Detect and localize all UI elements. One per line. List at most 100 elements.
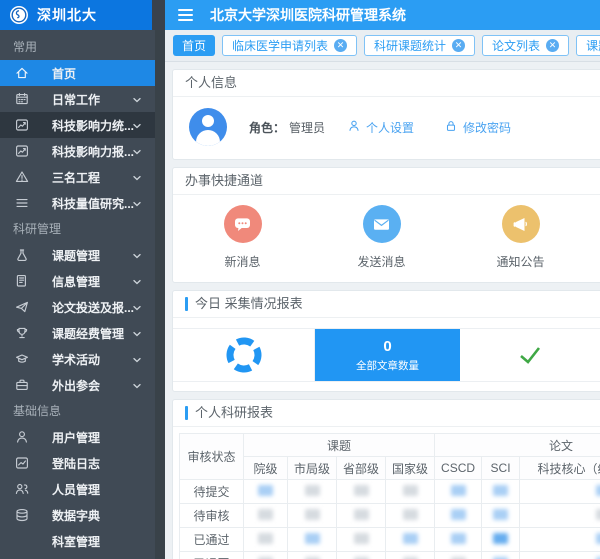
sidebar-item[interactable]: 信息管理 bbox=[0, 268, 155, 294]
sidebar-item[interactable]: 外出参会 bbox=[0, 372, 155, 398]
tab[interactable]: 首页 bbox=[173, 35, 215, 56]
report-cell bbox=[435, 480, 482, 504]
sidebar-item[interactable]: 人员管理 bbox=[0, 476, 155, 502]
sidebar-item[interactable]: 论文投送及报... bbox=[0, 294, 155, 320]
masked-value bbox=[354, 485, 369, 496]
stat-box-check bbox=[460, 329, 600, 381]
masked-value bbox=[596, 485, 600, 496]
report-cell bbox=[386, 504, 435, 528]
sidebar-item[interactable]: 课题管理 bbox=[0, 242, 155, 268]
sidebar-item[interactable]: 三名工程 bbox=[0, 164, 155, 190]
change-password-link[interactable]: 修改密码 bbox=[444, 119, 511, 136]
masked-value bbox=[305, 485, 320, 496]
sidebar-item[interactable]: 学术活动 bbox=[0, 346, 155, 372]
masked-value bbox=[403, 485, 418, 496]
sidebar-item[interactable]: 登陆日志 bbox=[0, 450, 155, 476]
sidebar-gutter bbox=[152, 0, 165, 30]
personal-info-header: 个人信息 bbox=[173, 70, 600, 97]
report-cell bbox=[435, 528, 482, 552]
research-report-header: 个人科研报表 bbox=[173, 400, 600, 427]
user-icon bbox=[14, 429, 30, 445]
masked-value bbox=[493, 533, 508, 544]
app-title: 北京大学深圳医院科研管理系统 bbox=[210, 5, 406, 25]
report-cell bbox=[386, 480, 435, 504]
table-row: 待审核 bbox=[180, 504, 600, 528]
sidebar-item[interactable]: 科室管理 bbox=[0, 528, 155, 554]
masked-value bbox=[596, 533, 600, 544]
quick-action-label: 通知公告 bbox=[496, 253, 544, 270]
user-outline-icon bbox=[347, 119, 361, 136]
sidebar-item[interactable]: 科技影响力统... bbox=[0, 112, 155, 138]
sidebar-item-label: 论文投送及报... bbox=[52, 299, 134, 316]
tab[interactable]: 科研课题统计✕ bbox=[364, 35, 475, 56]
tab[interactable]: 论文列表 ✕ bbox=[482, 35, 569, 56]
paper-plane-icon bbox=[14, 299, 30, 315]
sidebar-item[interactable]: 日常工作 bbox=[0, 86, 155, 112]
sidebar-item-label: 人员管理 bbox=[52, 481, 100, 498]
blank-icon bbox=[14, 533, 30, 549]
sidebar-item[interactable]: 用户管理 bbox=[0, 424, 155, 450]
corner-header: 审核状态 bbox=[180, 434, 244, 480]
row-label: 已退回 bbox=[180, 552, 244, 559]
calendar-icon bbox=[14, 91, 30, 107]
menu-toggle-icon[interactable] bbox=[178, 9, 193, 21]
row-label: 待提交 bbox=[180, 480, 244, 504]
sidebar-section-label: 科研管理 bbox=[0, 216, 165, 242]
quick-action[interactable]: 新消息 bbox=[173, 205, 312, 270]
chevron-down-icon bbox=[131, 119, 143, 131]
report-cell bbox=[288, 552, 337, 559]
report-cell bbox=[337, 504, 386, 528]
home-icon bbox=[14, 65, 30, 81]
chat-bubble-icon bbox=[224, 205, 262, 243]
masked-value bbox=[305, 509, 320, 520]
column-header: CSCD bbox=[435, 457, 482, 480]
card-title: 办事快捷通道 bbox=[185, 168, 263, 194]
quick-channel-card: 办事快捷通道 新消息发送消息通知公告 bbox=[172, 167, 600, 283]
tab[interactable]: 临床医学申请列表✕ bbox=[222, 35, 357, 56]
sidebar-item[interactable]: 科技量值研究... bbox=[0, 190, 155, 216]
warning-triangle-icon bbox=[14, 169, 30, 185]
stat-box-donut bbox=[173, 329, 315, 381]
masked-value bbox=[451, 533, 466, 544]
masked-value bbox=[596, 509, 600, 520]
masked-value bbox=[493, 509, 508, 520]
sidebar-item[interactable]: 权限管理 bbox=[0, 554, 155, 559]
tab[interactable]: 课题费用报表✕ bbox=[576, 35, 600, 56]
role-line: 角色：管理员 bbox=[249, 119, 325, 136]
header-bar: 北京大学深圳医院科研管理系统 bbox=[165, 0, 600, 30]
personal-settings-link[interactable]: 个人设置 bbox=[347, 119, 414, 136]
personal-info-card: 个人信息 角色：管理员 个人设置 修改密码 bbox=[172, 69, 600, 160]
sidebar-item-label: 用户管理 bbox=[52, 429, 100, 446]
sidebar-item[interactable]: 首页 bbox=[0, 60, 155, 86]
tab-close-icon[interactable]: ✕ bbox=[546, 39, 559, 52]
quick-action[interactable]: 通知公告 bbox=[451, 205, 590, 270]
lock-icon bbox=[444, 119, 458, 136]
tab-close-icon[interactable]: ✕ bbox=[334, 39, 347, 52]
masked-value bbox=[354, 533, 369, 544]
sidebar-item-label: 科技影响力报... bbox=[52, 143, 134, 160]
chevron-down-icon bbox=[131, 353, 143, 365]
tab-label: 论文列表 bbox=[492, 37, 540, 54]
envelope-icon bbox=[363, 205, 401, 243]
sidebar-item-label: 科技量值研究... bbox=[52, 195, 134, 212]
accent-bar bbox=[185, 406, 188, 420]
donut-spinner-icon bbox=[224, 335, 264, 375]
sidebar-item[interactable]: 数据字典 bbox=[0, 502, 155, 528]
chevron-down-icon bbox=[131, 145, 143, 157]
report-cell bbox=[288, 504, 337, 528]
profile-links: 个人设置 修改密码 bbox=[347, 119, 511, 136]
sidebar-item[interactable]: 科技影响力报... bbox=[0, 138, 155, 164]
megaphone-icon bbox=[502, 205, 540, 243]
report-cell bbox=[244, 480, 288, 504]
column-header: 科技核心（统计源）期刊 bbox=[520, 457, 600, 480]
research-report-table: 审核状态课题论文院级市局级省部级国家级CSCDSCI科技核心（统计源）期刊待提交… bbox=[179, 433, 600, 559]
sidebar-item[interactable]: 课题经费管理 bbox=[0, 320, 155, 346]
graduation-cap-icon bbox=[14, 351, 30, 367]
tab-close-icon[interactable]: ✕ bbox=[452, 39, 465, 52]
trend-chart-icon bbox=[14, 117, 30, 133]
report-cell bbox=[244, 504, 288, 528]
avatar bbox=[189, 108, 227, 146]
report-cell bbox=[482, 528, 520, 552]
chevron-down-icon bbox=[131, 93, 143, 105]
quick-action[interactable]: 发送消息 bbox=[312, 205, 451, 270]
